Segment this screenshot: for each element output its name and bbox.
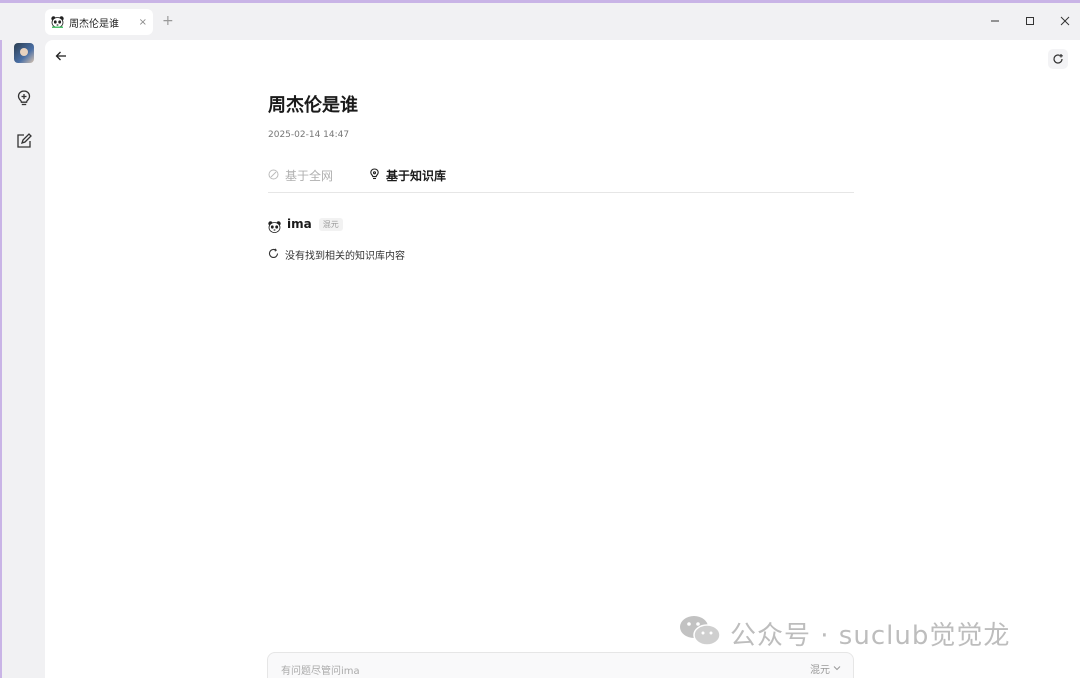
minimize-button[interactable] bbox=[987, 13, 1003, 29]
answer-model-badge: 混元 bbox=[318, 217, 343, 231]
model-select[interactable]: 混元 bbox=[810, 661, 841, 676]
answer-assistant-name: ima bbox=[287, 217, 312, 231]
chevron-down-icon bbox=[833, 663, 841, 674]
ima-logo-icon bbox=[268, 218, 281, 233]
avatar[interactable] bbox=[14, 43, 34, 63]
wechat-icon bbox=[678, 614, 722, 652]
close-window-button[interactable] bbox=[1057, 13, 1073, 29]
maximize-button[interactable] bbox=[1022, 13, 1038, 29]
lightbulb-plus-icon[interactable] bbox=[14, 88, 34, 108]
answer-status: 没有找到相关的知识库内容 bbox=[268, 247, 405, 262]
search-refresh-icon bbox=[268, 247, 279, 262]
question-input-placeholder: 有问题尽管问ima bbox=[281, 666, 360, 677]
source-tabs: 基于全网 基于知识库 bbox=[268, 164, 854, 193]
page-date: 2025-02-14 14:47 bbox=[268, 130, 350, 140]
tab-title: 周杰伦是谁 bbox=[69, 18, 119, 30]
new-tab-button[interactable]: + bbox=[162, 13, 174, 29]
tab-knowledge-label: 基于知识库 bbox=[386, 169, 447, 183]
panda-icon bbox=[51, 16, 64, 28]
watermark: 公众号 · suclub觉觉龙 bbox=[678, 614, 1010, 652]
back-button[interactable] bbox=[53, 48, 69, 64]
page-title: 周杰伦是谁 bbox=[268, 95, 358, 116]
tab-knowledge[interactable]: 基于知识库 bbox=[369, 167, 446, 184]
main-content: 周杰伦是谁 2025-02-14 14:47 基于全网 基于知识库 ima 混元… bbox=[45, 40, 1080, 678]
browser-tab[interactable]: 周杰伦是谁 × bbox=[45, 9, 153, 35]
answer-status-text: 没有找到相关的知识库内容 bbox=[285, 251, 405, 262]
tab-web[interactable]: 基于全网 bbox=[268, 167, 333, 184]
model-select-label: 混元 bbox=[810, 665, 830, 676]
edit-icon[interactable] bbox=[14, 131, 34, 151]
title-bar: 周杰伦是谁 × + bbox=[0, 3, 1080, 40]
answer-header: ima 混元 bbox=[268, 217, 343, 233]
sidebar bbox=[2, 40, 45, 678]
knowledge-icon bbox=[369, 168, 380, 183]
tab-close-icon[interactable]: × bbox=[139, 17, 147, 28]
web-icon bbox=[268, 169, 279, 183]
watermark-text: 公众号 · suclub觉觉龙 bbox=[730, 620, 1011, 651]
tab-web-label: 基于全网 bbox=[285, 169, 334, 183]
new-chat-button[interactable] bbox=[1048, 49, 1068, 69]
question-input[interactable]: 有问题尽管问ima 混元 bbox=[267, 652, 854, 678]
